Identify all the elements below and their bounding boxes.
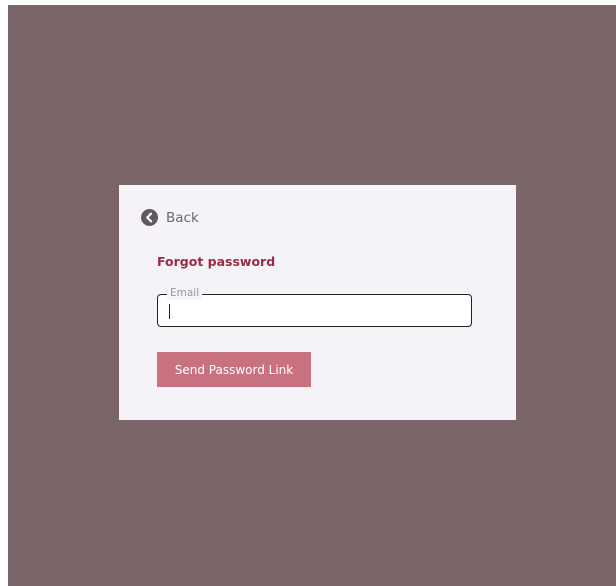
modal-backdrop: Back Forgot password Email Send Password… bbox=[8, 5, 616, 586]
email-input[interactable] bbox=[167, 304, 457, 321]
email-field[interactable]: Email bbox=[157, 287, 472, 327]
email-field-label: Email bbox=[167, 287, 203, 300]
forgot-password-card: Back Forgot password Email Send Password… bbox=[119, 185, 516, 420]
text-cursor bbox=[169, 304, 171, 319]
page-title: Forgot password bbox=[157, 254, 276, 269]
send-password-link-button[interactable]: Send Password Link bbox=[157, 352, 311, 387]
back-label: Back bbox=[166, 209, 199, 226]
chevron-left-circle-icon bbox=[141, 209, 158, 226]
back-link[interactable]: Back bbox=[141, 209, 199, 226]
